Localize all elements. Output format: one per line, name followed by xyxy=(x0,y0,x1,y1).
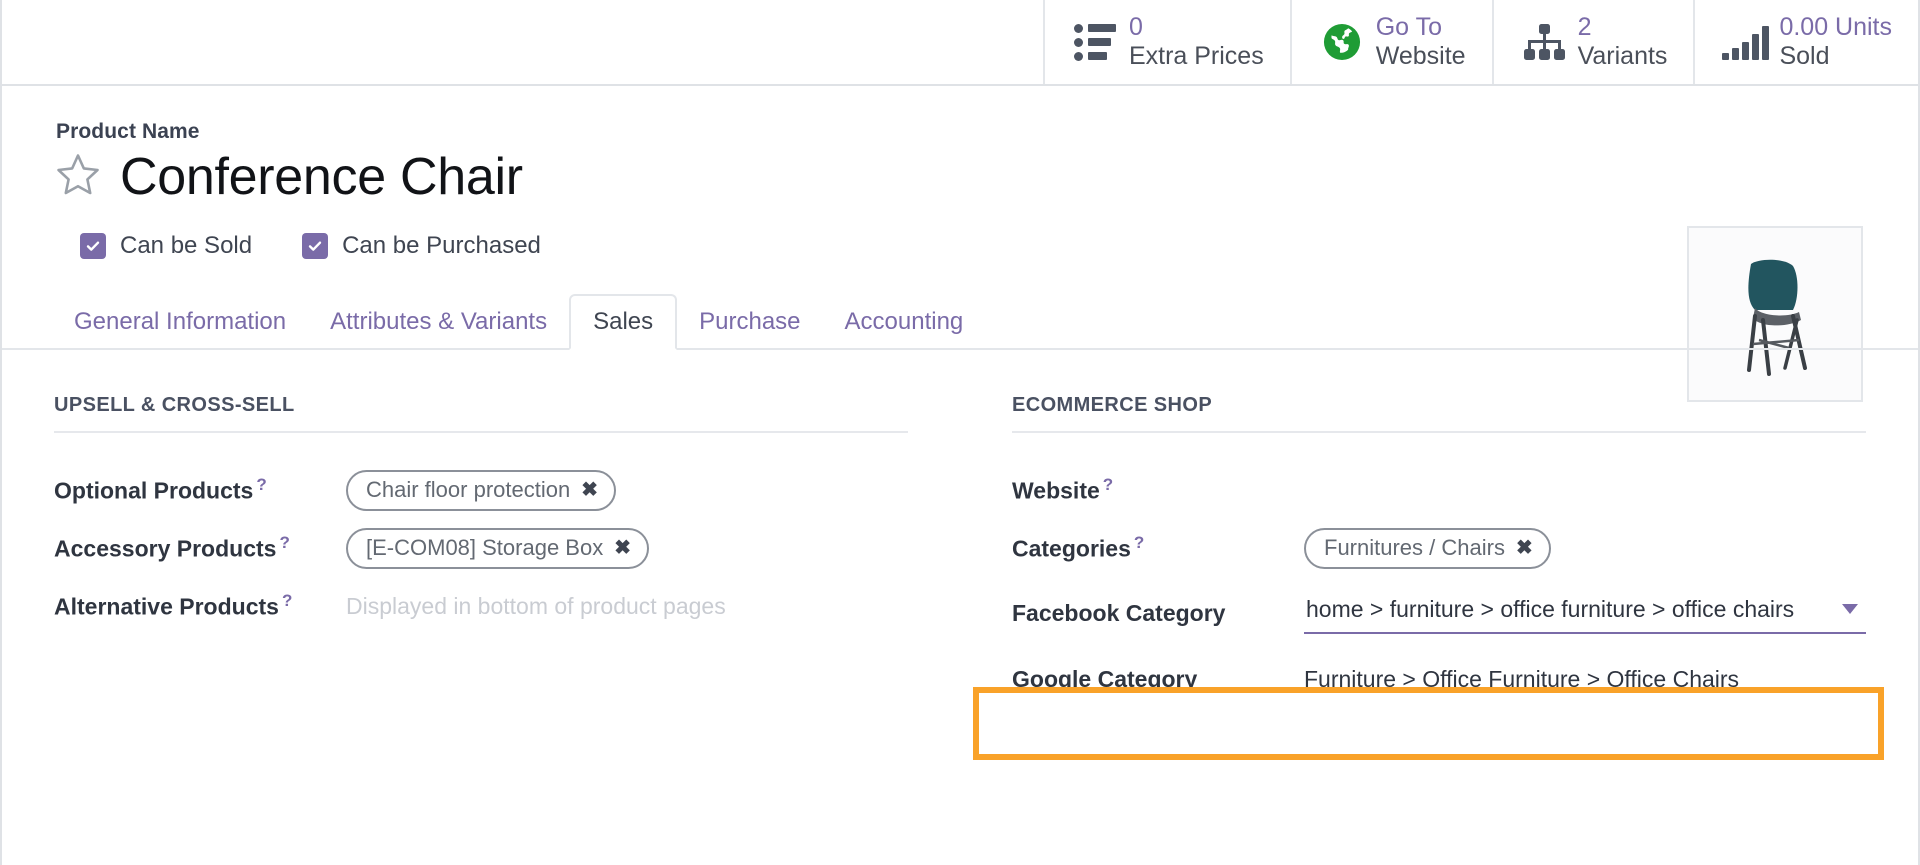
remove-icon[interactable]: ✖ xyxy=(614,538,631,558)
stat-button-go-to-website[interactable]: Go To Website xyxy=(1289,0,1492,84)
google-category-value[interactable]: Furniture > Office Furniture > Office Ch… xyxy=(1304,666,1866,693)
help-icon[interactable]: ? xyxy=(256,475,266,494)
extra-prices-count: 0 xyxy=(1128,12,1143,41)
help-icon[interactable]: ? xyxy=(282,591,292,610)
accessory-products-value[interactable]: [E-COM08] Storage Box ✖ xyxy=(346,527,908,569)
units-sold-value: 0.00 Units xyxy=(1779,12,1892,41)
stat-button-variants[interactable]: 2 Variants xyxy=(1491,0,1694,84)
can-be-sold-label: Can be Sold xyxy=(120,232,253,260)
tab-sales[interactable]: Sales xyxy=(569,294,678,351)
help-icon[interactable]: ? xyxy=(1134,533,1144,552)
alternative-products-label: Alternative Products? xyxy=(54,591,346,621)
categories-value[interactable]: Furnitures / Chairs ✖ xyxy=(1304,527,1866,569)
facebook-category-value: home > furniture > office furniture > of… xyxy=(1306,595,1795,622)
field-website: Website? xyxy=(1012,461,1866,519)
field-categories: Categories? Furnitures / Chairs ✖ xyxy=(1012,519,1866,577)
optional-products-value[interactable]: Chair floor protection ✖ xyxy=(346,469,908,511)
tag-label: [E-COM08] Storage Box xyxy=(366,534,604,560)
product-title-row: Conference Chair xyxy=(54,150,1866,204)
can-be-purchased-checkbox[interactable] xyxy=(302,233,329,260)
tab-attributes-variants[interactable]: Attributes & Variants xyxy=(308,294,569,350)
optional-products-label: Optional Products? xyxy=(54,475,346,505)
list-icon xyxy=(1073,20,1117,64)
tag-chip[interactable]: Chair floor protection ✖ xyxy=(346,469,616,511)
sales-tab-panel: UPSELL & CROSS-SELL Optional Products? C… xyxy=(2,350,1918,708)
help-icon[interactable]: ? xyxy=(1103,475,1113,494)
stat-button-units-sold[interactable]: 0.00 Units Sold xyxy=(1693,0,1918,84)
categories-label: Categories? xyxy=(1012,533,1304,563)
variants-count: 2 xyxy=(1577,12,1592,41)
chevron-down-icon[interactable] xyxy=(1842,604,1858,615)
categories-label-text: Categories xyxy=(1012,535,1131,562)
can-be-purchased-label: Can be Purchased xyxy=(342,232,541,260)
stat-button-bar: 0 Extra Prices Go To Website 2 Variants … xyxy=(2,0,1918,86)
help-icon[interactable]: ? xyxy=(279,533,289,552)
facebook-category-label: Facebook Category xyxy=(1012,600,1226,627)
hierarchy-icon xyxy=(1522,20,1566,64)
page-title[interactable]: Conference Chair xyxy=(120,150,523,204)
google-category-value-text: Furniture > Office Furniture > Office Ch… xyxy=(1304,665,1740,692)
bar-chart-icon xyxy=(1721,20,1769,64)
globe-icon xyxy=(1320,20,1364,64)
accessory-products-label-text: Accessory Products xyxy=(54,535,277,562)
star-outline-icon[interactable] xyxy=(54,151,102,204)
stat-button-extra-prices[interactable]: 0 Extra Prices xyxy=(1042,0,1290,84)
field-optional-products: Optional Products? Chair floor protectio… xyxy=(54,461,908,519)
form-sheet: Product Name Conference Chair Can be Sol… xyxy=(2,86,1918,708)
tag-label: Chair floor protection xyxy=(366,476,571,502)
facebook-category-dropdown[interactable]: home > furniture > office furniture > of… xyxy=(1304,594,1866,634)
remove-icon[interactable]: ✖ xyxy=(1516,538,1533,558)
field-facebook-category: Facebook Category home > furniture > off… xyxy=(1012,577,1866,650)
ecommerce-shop-group: ECOMMERCE SHOP Website? Categories? Furn… xyxy=(960,394,1866,708)
title-area: Product Name Conference Chair Can be Sol… xyxy=(2,120,1918,402)
upsell-group-title: UPSELL & CROSS-SELL xyxy=(54,394,908,434)
tab-general-information[interactable]: General Information xyxy=(52,294,308,350)
product-form-page: 0 Extra Prices Go To Website 2 Variants … xyxy=(0,0,1920,865)
tag-chip[interactable]: [E-COM08] Storage Box ✖ xyxy=(346,527,649,569)
tag-chip[interactable]: Furnitures / Chairs ✖ xyxy=(1304,527,1551,569)
website-action-line2: Website xyxy=(1375,42,1466,70)
variants-label: Variants xyxy=(1577,42,1668,70)
form-tabs: General Information Attributes & Variant… xyxy=(2,294,1918,351)
can-be-sold-checkbox[interactable] xyxy=(80,233,106,260)
alternative-products-label-text: Alternative Products xyxy=(54,593,279,620)
google-category-label: Google Category xyxy=(1012,665,1198,692)
accessory-products-label: Accessory Products? xyxy=(54,533,346,563)
remove-icon[interactable]: ✖ xyxy=(581,480,598,500)
units-sold-label: Sold xyxy=(1779,42,1830,70)
website-label: Website? xyxy=(1012,475,1304,505)
alternative-products-input[interactable]: Displayed in bottom of product pages xyxy=(346,593,908,620)
product-flags-row: Can be Sold Can be Purchased xyxy=(80,232,1866,260)
alternative-products-placeholder: Displayed in bottom of product pages xyxy=(346,592,726,619)
tab-accounting[interactable]: Accounting xyxy=(823,294,986,350)
field-accessory-products: Accessory Products? [E-COM08] Storage Bo… xyxy=(54,519,908,577)
website-label-text: Website xyxy=(1012,477,1100,504)
field-alternative-products: Alternative Products? Displayed in botto… xyxy=(54,577,908,635)
product-name-label: Product Name xyxy=(56,120,200,143)
facebook-category-select[interactable]: home > furniture > office furniture > of… xyxy=(1304,594,1866,634)
optional-products-label-text: Optional Products xyxy=(54,477,254,504)
tag-label: Furnitures / Chairs xyxy=(1324,534,1505,560)
tab-purchase[interactable]: Purchase xyxy=(677,294,822,350)
extra-prices-label: Extra Prices xyxy=(1128,42,1264,70)
field-google-category: Google Category Furniture > Office Furni… xyxy=(1012,650,1866,708)
website-action-line1: Go To xyxy=(1375,12,1442,41)
upsell-cross-sell-group: UPSELL & CROSS-SELL Optional Products? C… xyxy=(54,394,960,708)
